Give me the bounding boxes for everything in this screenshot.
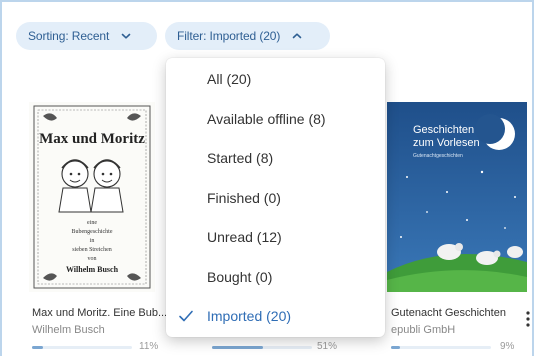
progress-fill	[391, 346, 400, 349]
svg-text:Bubengeschichte: Bubengeschichte	[72, 229, 113, 235]
progress-fill	[212, 346, 263, 349]
progress-percent: 11%	[139, 341, 159, 352]
svg-text:Wilhelm Busch: Wilhelm Busch	[66, 265, 119, 274]
sort-label: Sorting: Recent	[28, 29, 110, 43]
menu-item-imported[interactable]: Imported (20)	[166, 297, 385, 335]
menu-item-bought[interactable]: Bought (0)	[166, 258, 385, 296]
book-title: Gutenacht Geschichten	[391, 307, 506, 319]
progress-bar	[391, 346, 491, 349]
progress-percent: 51%	[317, 341, 338, 352]
book-title: Max und Moritz. Eine Bub...	[32, 307, 168, 319]
sort-button[interactable]: Sorting: Recent	[16, 22, 157, 50]
chevron-up-icon	[292, 33, 302, 39]
book-cover: Geschichten zum Vorlesen Gutenachtgeschi…	[387, 102, 527, 292]
svg-text:sieben Streichen: sieben Streichen	[72, 247, 112, 253]
progress-percent: 9%	[500, 341, 515, 352]
library-view: Sorting: Recent Filter: Imported (20) Ma…	[0, 0, 534, 356]
filter-label: Filter: Imported (20)	[177, 29, 281, 43]
cover-title-block: Max und Moritz	[39, 131, 145, 147]
chevron-down-icon	[121, 33, 131, 39]
menu-item-unread[interactable]: Unread (12)	[166, 218, 385, 256]
filter-button[interactable]: Filter: Imported (20)	[165, 22, 330, 50]
svg-text:zum Vorlesen: zum Vorlesen	[413, 137, 480, 149]
svg-text:von: von	[88, 256, 97, 262]
cover-title: Max und Moritz	[39, 131, 145, 147]
menu-item-available-offline[interactable]: Available offline (8)	[166, 100, 385, 138]
svg-text:in: in	[90, 238, 95, 244]
check-icon	[179, 310, 193, 322]
filter-dropdown-menu: All (20) Available offline (8) Started (…	[166, 58, 385, 337]
book-author: epubli GmbH	[391, 324, 456, 336]
book-author: Wilhelm Busch	[32, 324, 105, 336]
menu-item-finished[interactable]: Finished (0)	[166, 179, 385, 217]
more-vertical-icon[interactable]	[525, 310, 531, 328]
svg-text:eine: eine	[87, 220, 97, 226]
svg-text:Gutenachtgeschichten: Gutenachtgeschichten	[413, 153, 463, 159]
book-cover: Max und Moritz eine Bubengeschichte in s…	[29, 102, 155, 292]
progress-fill	[32, 346, 43, 349]
progress-bar	[32, 346, 132, 349]
progress-bar	[212, 346, 312, 349]
svg-text:Geschichten: Geschichten	[413, 124, 474, 136]
menu-item-started[interactable]: Started (8)	[166, 139, 385, 177]
menu-item-all[interactable]: All (20)	[166, 60, 385, 98]
